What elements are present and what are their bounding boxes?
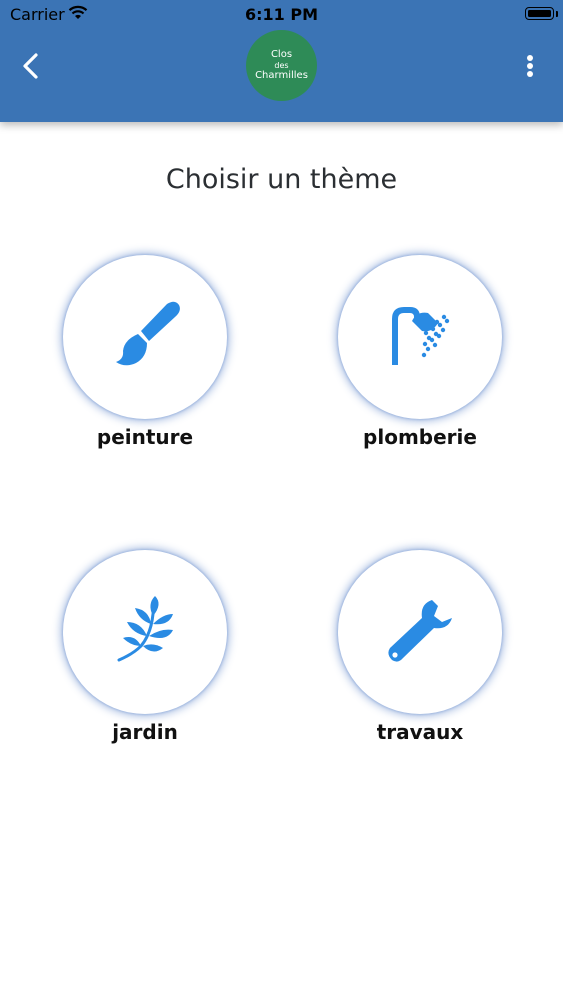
theme-circle: [338, 255, 502, 419]
paintbrush-icon: [116, 301, 180, 366]
leaf-branch-icon: [117, 596, 173, 662]
logo-line-2: des: [274, 60, 289, 70]
wrench-icon: [388, 600, 452, 662]
theme-circle: [63, 255, 227, 419]
battery-icon: [525, 7, 554, 20]
theme-circle: [338, 550, 502, 714]
more-dot-icon: [527, 55, 533, 61]
more-options-button[interactable]: [516, 50, 544, 82]
theme-label: plomberie: [363, 425, 477, 449]
theme-tile-peinture[interactable]: peinture: [45, 255, 245, 475]
app-logo: Clos des Charmilles: [246, 30, 317, 101]
theme-tile-travaux[interactable]: travaux: [320, 550, 520, 770]
page-title: Choisir un thème: [165, 164, 398, 195]
theme-label: travaux: [376, 720, 464, 744]
theme-label: peinture: [96, 425, 194, 449]
status-bar: Carrier 6:11 PM: [0, 0, 563, 30]
theme-tile-jardin[interactable]: jardin: [45, 550, 245, 770]
theme-label: jardin: [112, 720, 178, 744]
more-dot-icon: [527, 71, 533, 77]
chevron-left-icon: [23, 53, 38, 79]
theme-tile-plomberie[interactable]: plomberie: [320, 255, 520, 475]
logo-line-3: Charmilles: [255, 70, 308, 82]
back-button[interactable]: [14, 46, 50, 86]
status-time: 6:11 PM: [244, 5, 318, 24]
more-dot-icon: [527, 63, 533, 69]
app-header: Carrier 6:11 PM Clos des Charmilles: [0, 0, 563, 122]
logo-line-1: Clos: [270, 48, 293, 60]
shower-icon: [392, 307, 450, 365]
battery-nub: [556, 11, 558, 17]
theme-circle: [63, 550, 227, 714]
